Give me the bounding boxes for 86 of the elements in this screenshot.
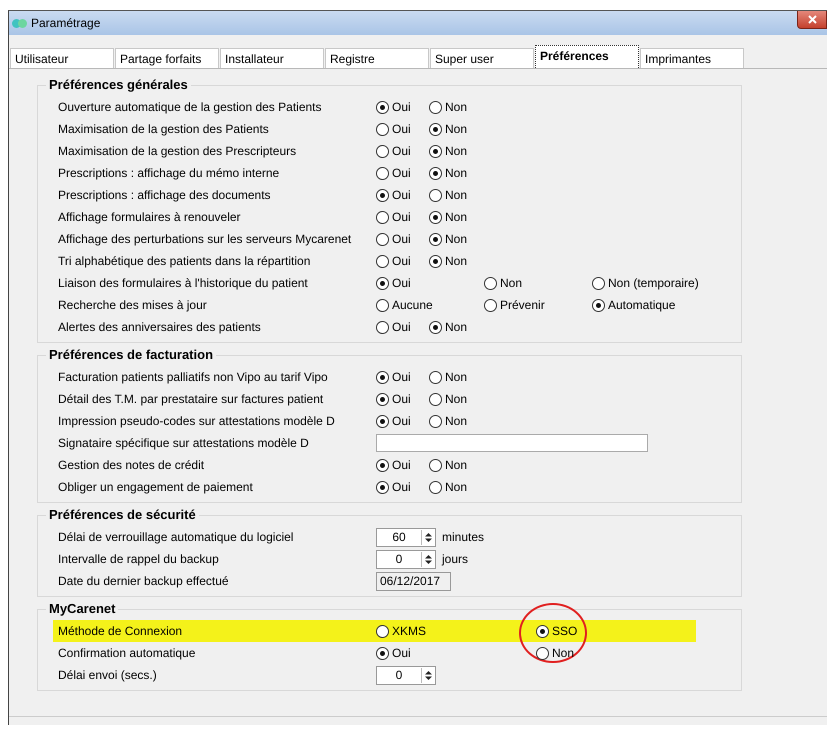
text-field[interactable] (376, 434, 648, 452)
setting-label: Date du dernier backup effectué (58, 574, 230, 588)
window-title: Paramétrage (31, 16, 102, 30)
setting-label: Alertes des anniversaires des patients (58, 320, 262, 334)
group-title: MyCarenet (46, 601, 118, 616)
tab[interactable]: Préférences (535, 45, 639, 68)
radio-option[interactable]: Oui (376, 392, 429, 406)
spin-field[interactable]: 0 (376, 550, 436, 568)
setting-label: Affichage formulaires à renouveler (58, 210, 242, 224)
radio-option[interactable]: Aucune (376, 298, 484, 312)
radio-option[interactable]: Non (temporaire) (592, 276, 707, 290)
radio-option[interactable]: Oui (376, 100, 429, 114)
setting-label: Gestion des notes de crédit (58, 458, 206, 472)
setting-label: Délai envoi (secs.) (58, 668, 158, 682)
spin-arrows-icon[interactable] (421, 552, 435, 566)
radio-option[interactable]: Oui (376, 232, 429, 246)
setting-label: Obliger un engagement de paiement (58, 480, 254, 494)
radio-option[interactable]: Oui (376, 210, 429, 224)
close-icon[interactable] (808, 15, 816, 24)
radio-option[interactable]: Non (429, 100, 476, 114)
radio-option[interactable]: Non (429, 210, 476, 224)
radio-option[interactable]: Oui (376, 646, 536, 660)
setting-label: Impression pseudo-codes sur attestations modèle D (58, 414, 336, 428)
tab[interactable]: Utilisateur (10, 48, 114, 68)
radio-option[interactable]: Non (429, 320, 476, 334)
radio-option[interactable]: Non (429, 392, 476, 406)
setting-label: Confirmation automatique (58, 646, 196, 660)
setting-label: Tri alphabétique des patients dans la répartition (58, 254, 312, 268)
group-title: Préférences générales (46, 77, 191, 92)
radio-option[interactable]: Prévenir (484, 298, 592, 312)
radio-option[interactable]: Non (429, 122, 476, 136)
radio-option[interactable]: Oui (376, 414, 429, 428)
radio-option[interactable]: Oui (376, 458, 429, 472)
radio-option[interactable]: Non (429, 144, 476, 158)
radio-option[interactable]: Non (429, 188, 476, 202)
spin-arrows-icon[interactable] (421, 530, 435, 544)
setting-label: Affichage des perturbations sur les serveurs Mycarenet (58, 232, 352, 246)
radio-option[interactable]: SSO (536, 624, 696, 638)
radio-option[interactable]: Non (429, 458, 476, 472)
radio-option[interactable]: Non (429, 254, 476, 268)
unit-label: jours (442, 552, 468, 566)
setting-label: Intervalle de rappel du backup (58, 552, 220, 566)
tab[interactable]: Partage forfaits (115, 48, 219, 68)
radio-option[interactable]: Oui (376, 480, 429, 494)
radio-option[interactable]: Oui (376, 122, 429, 136)
setting-label: Prescriptions : affichage des documents (58, 188, 272, 202)
spin-field[interactable]: 0 (376, 666, 436, 684)
setting-label: Détail des T.M. par prestataire sur factures patient (58, 392, 324, 406)
radio-option[interactable]: Non (484, 276, 592, 290)
spin-field[interactable]: 60 (376, 528, 436, 546)
radio-option[interactable]: XKMS (376, 624, 536, 638)
close-button[interactable] (797, 11, 827, 29)
setting-label: Maximisation de la gestion des Patients (58, 122, 270, 136)
radio-option[interactable]: Non (429, 370, 476, 384)
setting-label: Recherche des mises à jour (58, 298, 208, 312)
setting-label: Ouverture automatique de la gestion des Patients (58, 100, 322, 114)
tab[interactable]: Registre (325, 48, 429, 68)
radio-option[interactable]: Oui (376, 276, 484, 290)
setting-label: Méthode de Connexion (58, 624, 184, 638)
unit-label: minutes (442, 530, 484, 544)
setting-label: Liaison des formulaires à l'historique du patient (58, 276, 309, 290)
setting-label: Prescriptions : affichage du mémo interne (58, 166, 280, 180)
radio-option[interactable]: Oui (376, 370, 429, 384)
radio-option[interactable]: Non (429, 232, 476, 246)
group-title: Préférences de sécurité (46, 507, 199, 522)
radio-option[interactable]: Non (429, 414, 476, 428)
radio-option[interactable]: Oui (376, 188, 429, 202)
app-icon (12, 16, 27, 30)
radio-option[interactable]: Automatique (592, 298, 684, 312)
radio-option[interactable]: Oui (376, 144, 429, 158)
setting-label: Facturation patients palliatifs non Vipo au tarif Vipo (58, 370, 329, 384)
radio-option[interactable]: Non (536, 646, 582, 660)
radio-option[interactable]: Oui (376, 254, 429, 268)
tab[interactable]: Imprimantes (640, 48, 744, 68)
setting-label: Signataire spécifique sur attestations modèle D (58, 436, 310, 450)
setting-label: Délai de verrouillage automatique du logiciel (58, 530, 294, 544)
radio-option[interactable]: Oui (376, 320, 429, 334)
tab[interactable]: Installateur (220, 48, 324, 68)
radio-option[interactable]: Non (429, 480, 476, 494)
setting-label: Maximisation de la gestion des Prescripteurs (58, 144, 298, 158)
radio-option[interactable]: Oui (376, 166, 429, 180)
date-field: 06/12/2017 (376, 572, 451, 590)
spin-arrows-icon[interactable] (421, 668, 435, 682)
tab[interactable]: Super user (430, 48, 534, 68)
group-title: Préférences de facturation (46, 347, 216, 362)
radio-option[interactable]: Non (429, 166, 476, 180)
